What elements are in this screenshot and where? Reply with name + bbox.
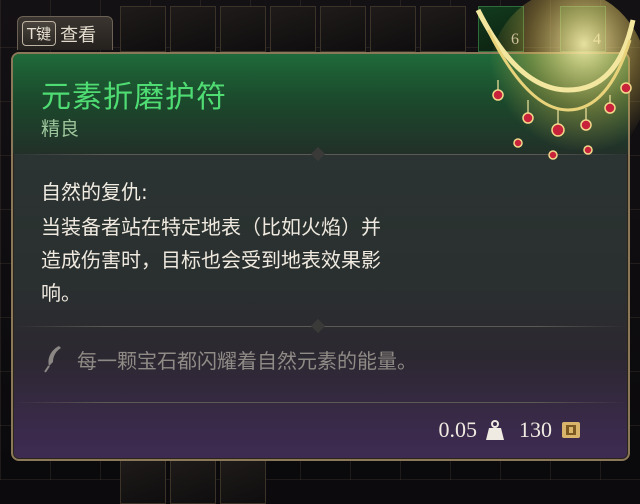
inventory-slot[interactable] — [170, 458, 216, 504]
divider — [13, 318, 628, 334]
inventory-slot[interactable] — [220, 458, 266, 504]
inventory-slot[interactable] — [370, 6, 416, 52]
divider — [13, 402, 628, 403]
effect-title: 自然的复仇: — [41, 180, 148, 204]
item-name: 元素折磨护符 — [41, 80, 227, 115]
inventory-slot[interactable] — [320, 6, 366, 52]
item-rarity: 精良 — [41, 118, 80, 140]
effect-description: 当装备者站在特定地表（比如火焰）并 造成伤害时，目标也会受到地表效果影 响。 — [41, 211, 461, 310]
amulet-icon — [475, 0, 640, 170]
gold-coin-icon — [562, 422, 580, 438]
key-action-label: 查看 — [60, 24, 97, 46]
inventory-slot[interactable] — [170, 6, 216, 52]
flavor-text: 每一颗宝石都闪耀着自然元素的能量。 — [77, 348, 417, 373]
inventory-slot[interactable] — [120, 458, 166, 504]
inventory-slot[interactable] — [220, 6, 266, 52]
effect-line: 响。 — [41, 281, 81, 305]
weight-value: 0.05 — [438, 417, 478, 442]
effect-line: 当装备者站在特定地表（比如火焰）并 — [41, 215, 381, 239]
flavor-row: 每一颗宝石都闪耀着自然元素的能量。 — [41, 344, 417, 374]
item-stats: 0.05 130 — [439, 417, 597, 443]
inventory-slot[interactable] — [120, 6, 166, 52]
quill-icon — [44, 346, 61, 373]
weight-icon — [486, 420, 504, 440]
inspect-key-hint[interactable]: T键 查看 — [17, 16, 113, 50]
key-cap: T键 — [22, 21, 57, 46]
inventory-slot[interactable] — [270, 6, 316, 52]
value-amount: 130 — [519, 417, 552, 442]
effect-line: 造成伤害时，目标也会受到地表效果影 — [41, 248, 381, 272]
effect-block: 自然的复仇: 当装备者站在特定地表（比如火焰）并 造成伤害时，目标也会受到地表效… — [41, 176, 461, 310]
